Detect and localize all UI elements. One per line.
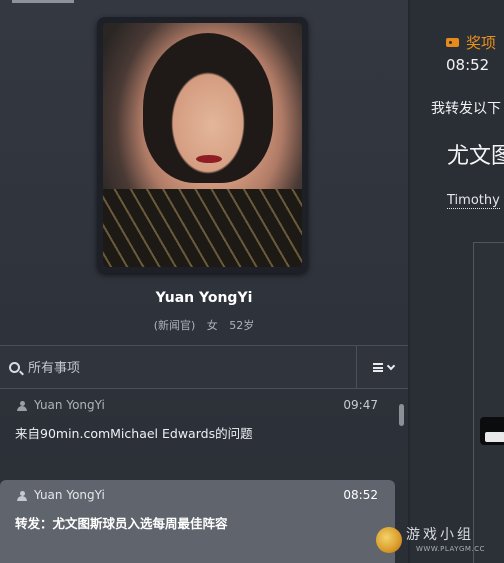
detail-panel: 奖项 08:52 我转发以下 尤文图 Timothy [410, 0, 504, 563]
message-subject: 来自90min.comMichael Edwards的问题 [15, 426, 253, 441]
photo-dress [103, 189, 302, 267]
profile-gender: 女 [206, 319, 218, 332]
person-icon [17, 491, 27, 501]
detail-forward-text: 我转发以下 [431, 101, 501, 117]
message-list-scrollbar[interactable] [399, 404, 404, 426]
detail-author-link[interactable]: Timothy [447, 193, 500, 209]
content-badge-icon [480, 417, 504, 445]
person-icon [17, 401, 27, 411]
detail-category: 奖项 [466, 34, 497, 52]
profile-name: Yuan YongYi [155, 290, 253, 306]
watermark-url: WWW.PLAYGM.CC [416, 545, 485, 553]
search-icon [9, 362, 20, 373]
top-tab-indicator [12, 0, 74, 3]
tag-icon [446, 38, 459, 47]
watermark-text: 游戏小组 [406, 527, 474, 543]
profile-role: (新闻官) [153, 319, 196, 332]
message-item-selected[interactable]: Yuan YongYi 08:52 转发：尤文图斯球员入选每周最佳阵容 [0, 480, 395, 563]
message-sender: Yuan YongYi [34, 488, 105, 502]
detail-title: 尤文图 [447, 144, 504, 169]
message-time: 09:47 [343, 398, 378, 412]
message-subject: 转发：尤文图斯球员入选每周最佳阵容 [15, 516, 228, 531]
list-icon [373, 363, 383, 372]
search-input[interactable] [28, 356, 328, 380]
profile-photo-frame [97, 17, 308, 273]
filter-menu-button[interactable] [356, 346, 408, 389]
profile-age: 52岁 [229, 319, 255, 332]
left-panel: Yuan YongYi (新闻官) 女 52岁 Yuan YongYi 09:4… [0, 0, 408, 563]
photo-lips [196, 155, 222, 163]
profile-photo [103, 23, 302, 267]
chevron-down-icon [386, 361, 396, 371]
detail-content-card [473, 242, 504, 563]
message-item[interactable]: Yuan YongYi 09:47 来自90min.comMichael Edw… [0, 390, 395, 475]
message-time: 08:52 [343, 488, 378, 502]
detail-time: 08:52 [446, 56, 490, 74]
watermark-logo-icon [376, 527, 402, 553]
search-bar [0, 345, 408, 389]
message-sender: Yuan YongYi [34, 398, 105, 412]
profile-meta: (新闻官) 女 52岁 [0, 317, 408, 333]
